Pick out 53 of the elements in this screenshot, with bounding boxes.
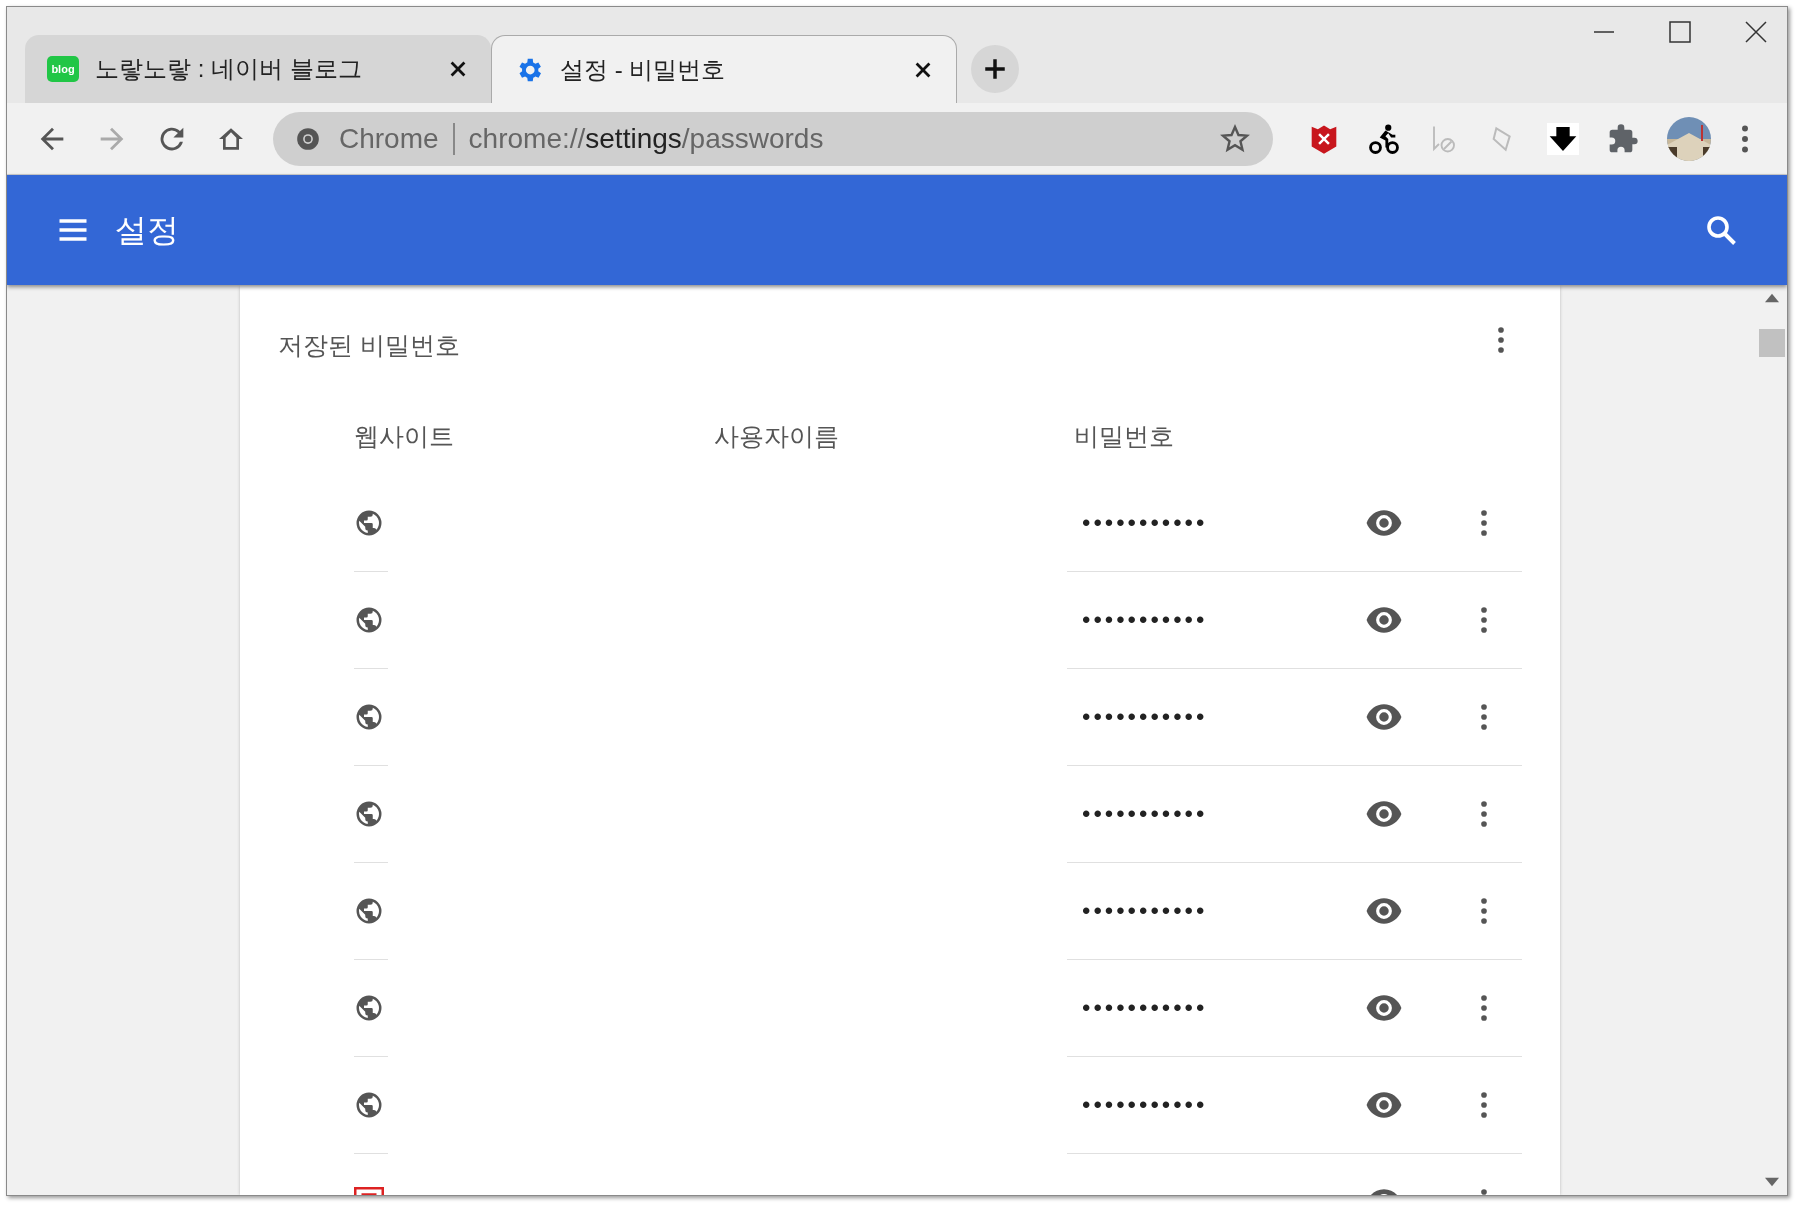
tab-title: 노랗노랗 : 네이버 블로그 xyxy=(95,54,363,84)
globe-icon xyxy=(354,799,384,829)
masked-password: ••••••••••• xyxy=(1082,703,1208,730)
masked-password: ••••••••••• xyxy=(1082,1091,1208,1118)
masked-password: ••••••••••• xyxy=(1082,509,1208,536)
more-icon[interactable] xyxy=(1479,897,1489,925)
address-bar[interactable]: Chrome chrome://settings/passwords xyxy=(273,111,1273,166)
maximize-icon[interactable] xyxy=(1669,21,1691,43)
close-icon[interactable] xyxy=(1745,21,1767,43)
site-origin-label: Chrome xyxy=(339,121,439,156)
column-header: 비밀번호 xyxy=(1074,421,1174,450)
more-icon[interactable] xyxy=(1479,800,1489,828)
tab-title: 설정 - 비밀번호 xyxy=(560,54,727,85)
chrome-icon xyxy=(295,125,321,152)
globe-icon xyxy=(354,896,384,926)
blog-icon: blog xyxy=(47,56,79,82)
browser-tab[interactable]: 설정 - 비밀번호 xyxy=(491,35,957,103)
masked-password: ••••••••••• xyxy=(1082,897,1208,924)
eye-icon[interactable] xyxy=(1365,510,1403,536)
column-header: 웹사이트 xyxy=(354,421,454,450)
new-tab-button[interactable] xyxy=(971,45,1019,93)
scroll-up-icon[interactable] xyxy=(1765,293,1779,303)
globe-icon xyxy=(354,1090,384,1120)
section-title: 저장된 비밀번호 xyxy=(278,330,460,361)
scroll-down-icon[interactable] xyxy=(1765,1177,1779,1187)
globe-icon xyxy=(354,993,384,1023)
star-icon[interactable] xyxy=(1219,122,1251,155)
globe-icon xyxy=(354,702,384,732)
browser-tab[interactable]: blog 노랗노랗 : 네이버 블로그 xyxy=(25,35,491,103)
eye-icon[interactable] xyxy=(1365,704,1403,730)
more-icon[interactable] xyxy=(1479,509,1489,537)
masked-password: ••••••••••• xyxy=(1082,994,1208,1021)
more-icon[interactable] xyxy=(1739,124,1751,153)
more-icon[interactable] xyxy=(1479,994,1489,1022)
eye-icon[interactable] xyxy=(1365,607,1403,633)
masked-password: ••••••••••• xyxy=(1082,606,1208,633)
masked-password: ••••••••••• xyxy=(1082,800,1208,827)
eye-icon[interactable] xyxy=(1365,898,1403,924)
header-title: 설정 xyxy=(115,211,179,250)
url-text: chrome://settings/passwords xyxy=(468,121,824,156)
eye-icon[interactable] xyxy=(1365,1092,1403,1118)
plus-icon xyxy=(982,56,1008,82)
eye-icon[interactable] xyxy=(1365,801,1403,827)
more-icon[interactable] xyxy=(1479,1091,1489,1119)
globe-icon xyxy=(354,508,384,538)
column-header: 사용자이름 xyxy=(714,421,839,450)
more-icon[interactable] xyxy=(1479,606,1489,634)
more-icon[interactable] xyxy=(1496,325,1506,354)
eye-icon[interactable] xyxy=(1365,995,1403,1021)
globe-icon xyxy=(354,605,384,635)
scroll-thumb[interactable] xyxy=(1759,329,1785,357)
puzzle-icon[interactable] xyxy=(1607,122,1639,155)
more-icon[interactable] xyxy=(1479,703,1489,731)
